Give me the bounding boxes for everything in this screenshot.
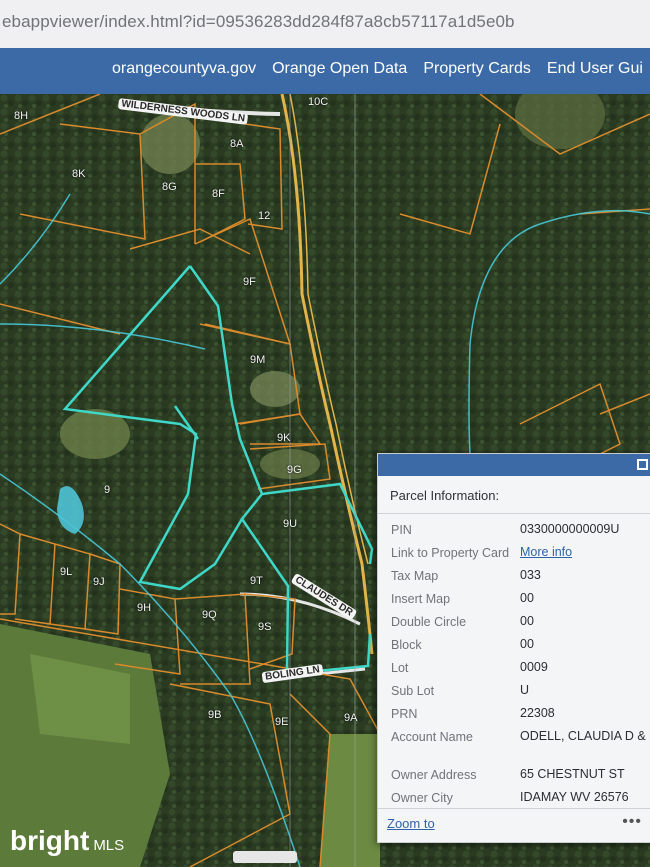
- field-row: Owner Address 65 CHESTNUT ST: [378, 765, 650, 788]
- parcel-label-9f: 9F: [243, 276, 256, 288]
- parcel-label-9s: 9S: [258, 621, 272, 633]
- parcel-label-9q: 9Q: [202, 609, 217, 621]
- field-value: 0330000000009U: [520, 522, 620, 536]
- field-label: Owner Address: [391, 768, 477, 782]
- parcel-label-9u: 9U: [283, 518, 298, 530]
- divider: [378, 513, 650, 514]
- parcel-label-9a: 9A: [344, 712, 358, 724]
- field-label: Insert Map: [391, 592, 451, 606]
- parcel-label-8f: 8F: [212, 188, 225, 200]
- parcel-label-8k: 8K: [72, 168, 86, 180]
- zoom-to-link[interactable]: Zoom to: [387, 816, 435, 831]
- more-options-icon[interactable]: •••: [622, 813, 642, 831]
- clearing: [250, 371, 300, 407]
- parcel-label-9l: 9L: [60, 566, 73, 578]
- field-label: Lot: [391, 661, 409, 675]
- maximize-icon[interactable]: [637, 459, 648, 470]
- parcel-label-8a: 8A: [230, 138, 244, 150]
- bright-mls-watermark: bright MLS: [10, 825, 124, 857]
- field-row: PRN 22308: [378, 704, 650, 727]
- field-row: Link to Property Card More info: [378, 543, 650, 566]
- field-row: Block 00: [378, 635, 650, 658]
- parcel-label-9k: 9K: [277, 432, 291, 444]
- popup-title: Parcel Information:: [390, 488, 500, 503]
- nav-link-orangecountyva[interactable]: orangecountyva.gov: [112, 60, 256, 78]
- parcel-label-12: 12: [258, 210, 271, 222]
- parcel-label-9b: 9B: [208, 709, 222, 721]
- field-row: PIN 0330000000009U: [378, 520, 650, 543]
- field-value: U: [520, 683, 530, 697]
- field-label: Link to Property Card: [391, 546, 510, 560]
- parcel-label-9h: 9H: [137, 602, 152, 614]
- field-value: 0009: [520, 660, 548, 674]
- popup-footer: Zoom to •••: [378, 808, 650, 842]
- popup-header: [378, 454, 650, 476]
- field-value: 22308: [520, 706, 555, 720]
- field-value: IDAMAY WV 26576: [520, 790, 629, 804]
- nav-link-property-cards[interactable]: Property Cards: [423, 60, 531, 78]
- field-label: Owner City: [391, 791, 453, 805]
- field-row: Double Circle 00: [378, 612, 650, 635]
- field-row: Account Name ODELL, CLAUDIA D &: [378, 727, 650, 765]
- parcel-label-8g: 8G: [162, 181, 177, 193]
- parcel-label-8h: 8H: [14, 110, 29, 122]
- field-label: Tax Map: [391, 569, 439, 583]
- parcel-info-popup: Parcel Information: PIN 0330000000009U Li…: [377, 453, 650, 843]
- more-info-link[interactable]: More info: [520, 546, 650, 559]
- parcel-label-9t: 9T: [250, 575, 263, 587]
- field-value: 00: [520, 614, 534, 628]
- field-label: PIN: [391, 523, 412, 537]
- nav-link-user-guide[interactable]: End User Gui: [547, 60, 643, 78]
- field-label: Sub Lot: [391, 684, 435, 698]
- field-label: PRN: [391, 707, 418, 721]
- field-label: Double Circle: [391, 615, 467, 629]
- header-nav: orangecountyva.gov Orange Open Data Prop…: [0, 48, 650, 94]
- field-value: 033: [520, 568, 541, 582]
- clearing: [140, 114, 200, 174]
- field-value: ODELL, CLAUDIA D &: [520, 729, 646, 743]
- watermark-suffix: MLS: [93, 837, 125, 854]
- field-label: Block: [391, 638, 422, 652]
- parcel-label-10c: 10C: [308, 96, 329, 108]
- watermark-brand: bright: [10, 825, 90, 856]
- bottom-handle: [233, 851, 297, 863]
- field-row: Insert Map 00: [378, 589, 650, 612]
- browser-address-bar[interactable]: ebappviewer/index.html?id=09536283dd284f…: [0, 0, 650, 48]
- address-url[interactable]: ebappviewer/index.html?id=09536283dd284f…: [2, 12, 515, 32]
- field-value: 00: [520, 637, 534, 651]
- field-row: Tax Map 033: [378, 566, 650, 589]
- parcel-label-9g: 9G: [287, 464, 302, 476]
- field-value: 00: [520, 591, 534, 605]
- field-row: Lot 0009: [378, 658, 650, 681]
- parcel-label-9j: 9J: [93, 576, 105, 588]
- field-row: Sub Lot U: [378, 681, 650, 704]
- parcel-label-9m: 9M: [250, 354, 266, 366]
- nav-link-open-data[interactable]: Orange Open Data: [272, 60, 407, 78]
- parcel-label-9: 9: [104, 484, 111, 496]
- field-label: Account Name: [391, 730, 473, 744]
- parcel-label-9e: 9E: [275, 716, 289, 728]
- field-value: 65 CHESTNUT ST: [520, 767, 625, 781]
